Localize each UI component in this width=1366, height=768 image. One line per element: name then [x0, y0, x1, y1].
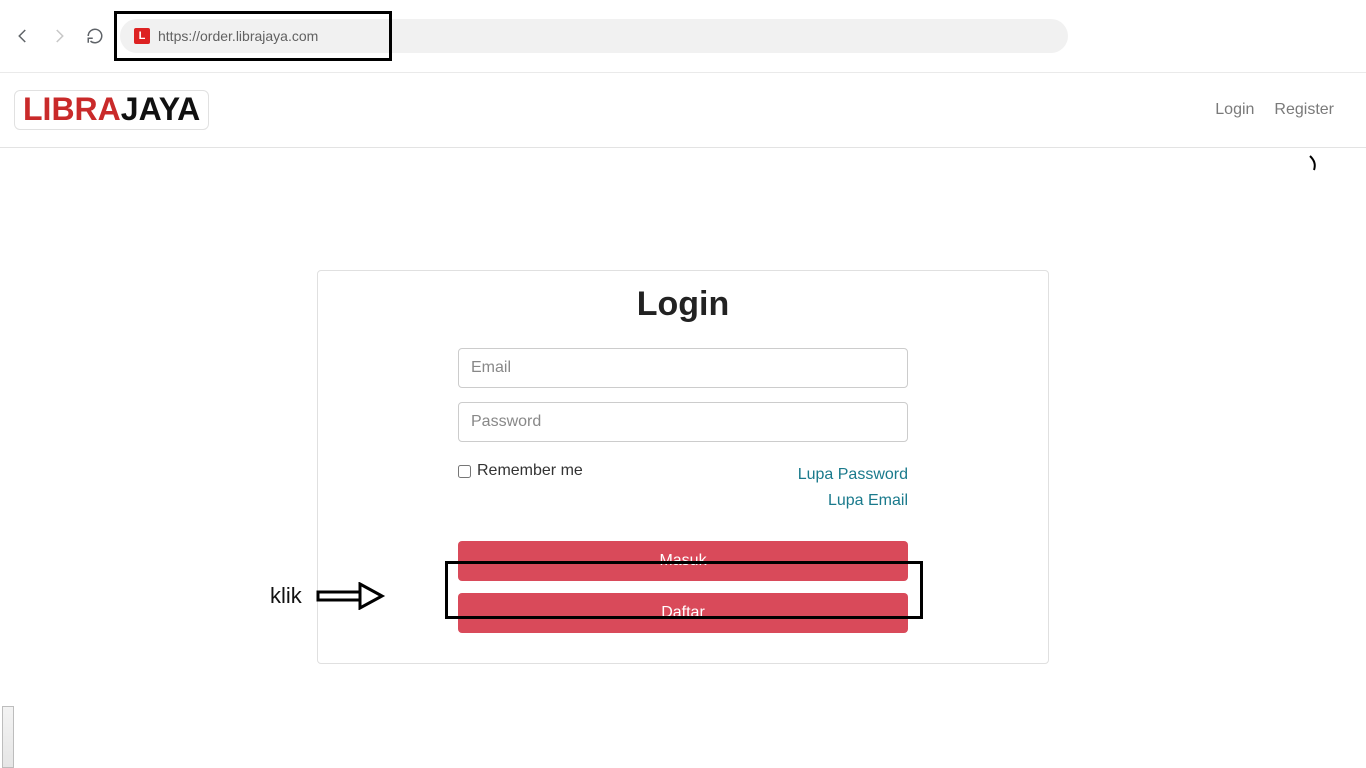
login-title: Login [346, 285, 1020, 324]
register-button[interactable]: Daftar [458, 593, 908, 633]
header-links: Login Register [1215, 101, 1334, 119]
remember-text: Remember me [477, 462, 583, 480]
login-card-wrap: Login Remember me Lupa Password Lupa Ema… [317, 270, 1049, 664]
browser-bar: L https://order.librajaya.com [0, 0, 1366, 72]
logo-part-black: JAYA [121, 93, 200, 125]
header-link-login[interactable]: Login [1215, 101, 1254, 119]
login-card: Login Remember me Lupa Password Lupa Ema… [317, 270, 1049, 664]
logo-part-red: LIBRA [23, 93, 121, 125]
email-input[interactable] [458, 348, 908, 388]
decorative-stroke-icon [1306, 154, 1326, 174]
url-text: https://order.librajaya.com [158, 28, 318, 44]
url-wrapper: L https://order.librajaya.com [118, 19, 1068, 53]
forward-icon[interactable] [50, 27, 68, 45]
forgot-email-link[interactable]: Lupa Email [798, 488, 908, 514]
site-header: LIBRAJAYA Login Register [0, 72, 1366, 148]
site-logo[interactable]: LIBRAJAYA [14, 90, 209, 130]
url-bar[interactable]: L https://order.librajaya.com [120, 19, 1068, 53]
login-form: Remember me Lupa Password Lupa Email Mas… [458, 348, 908, 633]
back-icon[interactable] [14, 27, 32, 45]
window-frame-sliver [2, 706, 14, 768]
forgot-password-link[interactable]: Lupa Password [798, 462, 908, 488]
annotation-klik-label: klik [270, 583, 302, 609]
remember-row: Remember me Lupa Password Lupa Email [458, 462, 908, 513]
reload-icon[interactable] [86, 27, 104, 45]
arrow-right-icon [316, 582, 386, 610]
password-input[interactable] [458, 402, 908, 442]
remember-label[interactable]: Remember me [458, 462, 583, 480]
favicon-icon: L [134, 28, 150, 44]
submit-button[interactable]: Masuk [458, 541, 908, 581]
annotation-klik: klik [270, 582, 386, 610]
remember-checkbox[interactable] [458, 465, 471, 478]
header-link-register[interactable]: Register [1274, 101, 1334, 119]
nav-icons [14, 27, 104, 45]
forgot-links: Lupa Password Lupa Email [798, 462, 908, 513]
